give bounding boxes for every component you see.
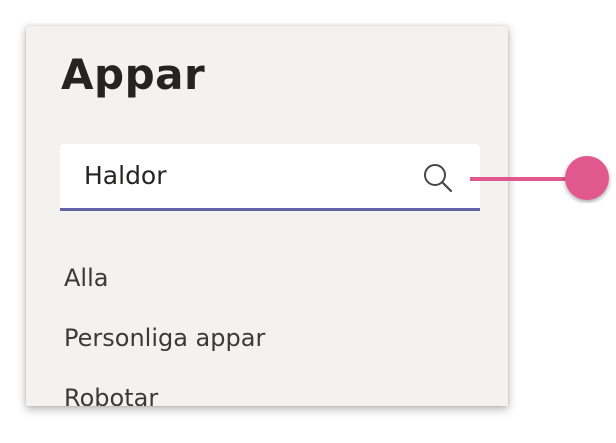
- search-icon[interactable]: [422, 162, 454, 194]
- callout-pointer: [470, 156, 609, 200]
- nav-item-personliga-appar[interactable]: Personliga appar: [64, 320, 265, 380]
- search-input[interactable]: [84, 144, 404, 208]
- stage: Appar Alla Personliga appar Robotar: [0, 0, 616, 443]
- nav-item-robotar[interactable]: Robotar: [64, 380, 265, 406]
- app-category-list: Alla Personliga appar Robotar: [64, 260, 265, 406]
- nav-item-alla[interactable]: Alla: [64, 260, 265, 320]
- search-box[interactable]: [60, 144, 480, 211]
- apps-panel: Appar Alla Personliga appar Robotar: [26, 26, 508, 406]
- page-title: Appar: [61, 50, 206, 99]
